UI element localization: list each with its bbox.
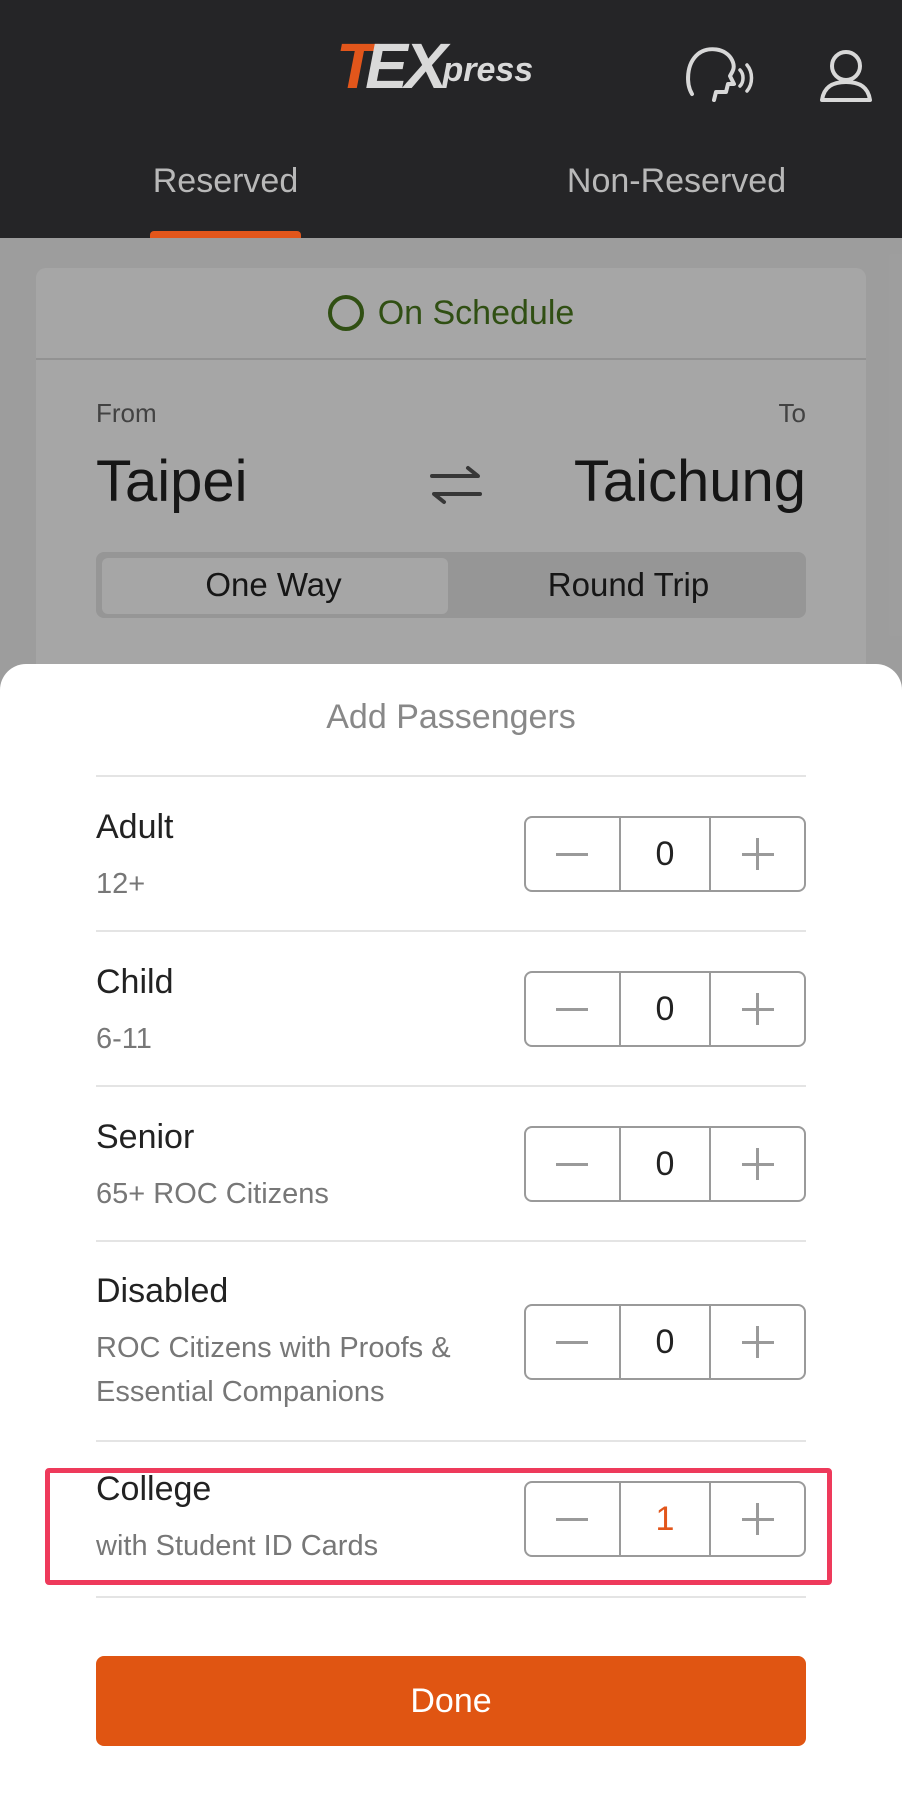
passenger-desc-child: 6-11 [96, 1023, 152, 1055]
disabled-count: 0 [619, 1306, 711, 1378]
reservation-tabs: Reserved Non-Reserved [0, 150, 902, 238]
active-tab-indicator [150, 231, 301, 238]
user-profile-icon[interactable] [810, 44, 882, 108]
divider [96, 1440, 806, 1442]
minus-icon [556, 853, 588, 856]
divider [96, 1240, 806, 1242]
passenger-desc-disabled: ROC Citizens with Proofs & Essential Com… [96, 1332, 451, 1408]
adult-decrement-button[interactable] [526, 818, 619, 890]
child-increment-button[interactable] [711, 973, 804, 1045]
disabled-increment-button[interactable] [711, 1306, 804, 1378]
divider [96, 1085, 806, 1087]
passenger-type-disabled: Disabled [96, 1272, 229, 1310]
tab-non-reserved[interactable]: Non-Reserved [451, 150, 902, 238]
disabled-decrement-button[interactable] [526, 1306, 619, 1378]
app-header: T EX press Reserved Non-Reserved [0, 0, 902, 238]
passenger-desc-senior: 65+ ROC Citizens [96, 1178, 329, 1210]
senior-decrement-button[interactable] [526, 1128, 619, 1200]
senior-stepper: 0 [524, 1126, 806, 1202]
minus-icon [556, 1163, 588, 1166]
college-row-highlight [45, 1468, 832, 1585]
voice-assistant-icon[interactable] [684, 44, 756, 108]
add-passengers-sheet: Add Passengers Adult 12+ 0 Child 6-11 0 … [0, 664, 902, 1812]
passenger-type-senior: Senior [96, 1118, 195, 1156]
minus-icon [556, 1008, 588, 1011]
child-count: 0 [619, 973, 711, 1045]
child-decrement-button[interactable] [526, 973, 619, 1045]
sheet-title: Add Passengers [326, 698, 576, 736]
disabled-stepper: 0 [524, 1304, 806, 1380]
minus-icon [556, 1341, 588, 1344]
adult-stepper: 0 [524, 816, 806, 892]
passenger-type-adult: Adult [96, 808, 174, 846]
senior-count: 0 [619, 1128, 711, 1200]
done-button[interactable]: Done [96, 1656, 806, 1746]
senior-increment-button[interactable] [711, 1128, 804, 1200]
divider [96, 1596, 806, 1598]
texpress-logo: T EX press [336, 30, 534, 102]
adult-count: 0 [619, 818, 711, 890]
divider [96, 775, 806, 777]
child-stepper: 0 [524, 971, 806, 1047]
divider [96, 930, 806, 932]
passenger-type-child: Child [96, 963, 174, 1001]
adult-increment-button[interactable] [711, 818, 804, 890]
passenger-desc-adult: 12+ [96, 868, 146, 900]
tab-reserved[interactable]: Reserved [0, 150, 451, 238]
